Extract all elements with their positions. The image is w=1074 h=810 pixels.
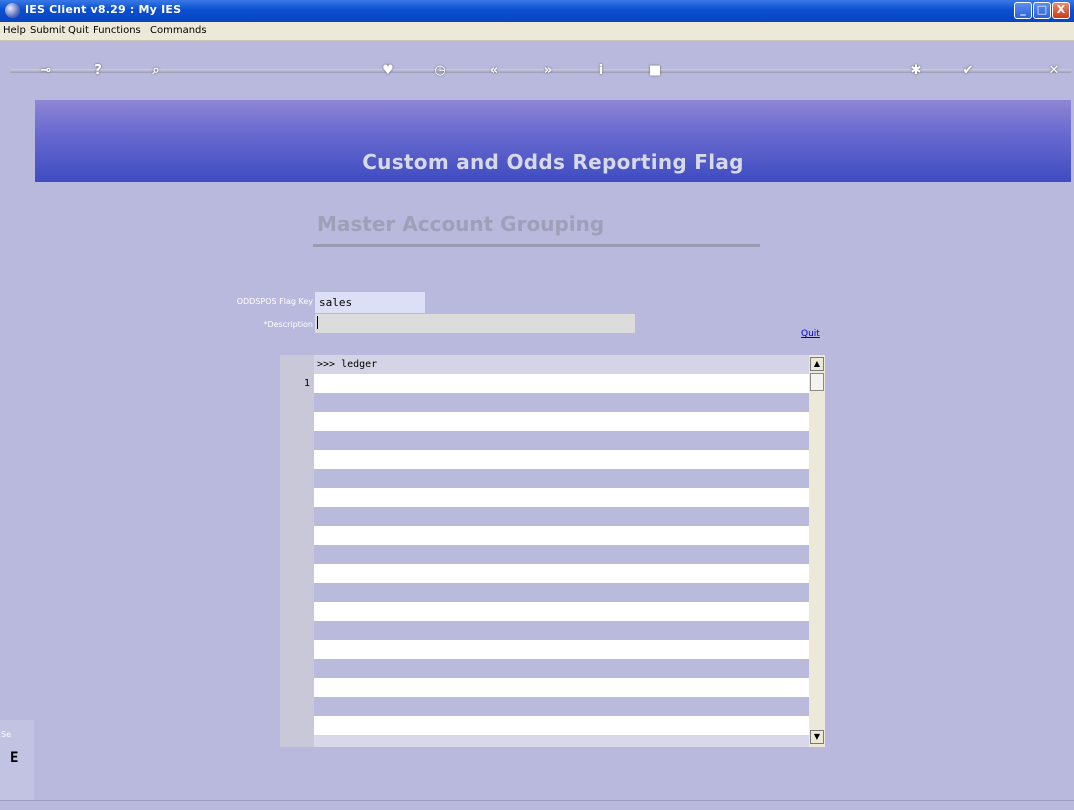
side-panel-label: Se [1,730,11,739]
maximize-button[interactable]: □ [1033,2,1051,19]
grid-row [314,697,809,716]
side-panel: Se E [0,720,34,800]
check-icon[interactable]: ✔ [960,63,976,79]
stop-icon[interactable]: ■ [647,63,663,79]
grid-row [314,621,809,640]
scroll-thumb[interactable] [810,373,824,391]
scroll-up-button[interactable]: ▲ [810,357,824,371]
grid-row [314,564,809,583]
grid-row [314,716,809,735]
grid-row [314,469,809,488]
grid-row [314,678,809,697]
subtitle-rule [313,244,760,247]
grid-row [314,412,809,431]
row-number-column [280,355,314,747]
ledger-grid: >>> ledger 1 ▲ ▼ [280,355,825,747]
menu-item-quit[interactable]: Quit [68,25,89,36]
search-icon[interactable]: ⌕ [148,63,164,79]
window-title: IES Client v8.29 : My IES [25,3,182,16]
grid-row [314,488,809,507]
menu-item-commands[interactable]: Commands [150,25,207,36]
grid-row [314,602,809,621]
grid-row [314,507,809,526]
clock-icon[interactable]: ◷ [432,63,448,79]
grid-row [314,659,809,678]
menu-item-submit[interactable]: Submit [30,25,65,36]
side-panel-glyph: E [10,750,19,766]
menu-item-help[interactable]: Help [3,25,26,36]
info-icon[interactable]: i [593,63,609,79]
close-icon[interactable]: ✕ [1046,63,1062,79]
grid-row [314,545,809,564]
grid-row [314,640,809,659]
flag-key-input[interactable]: sales [315,292,425,313]
rewind-icon[interactable]: « [486,63,502,79]
row-number: 1 [304,378,311,389]
grid-scrollbar[interactable]: ▲ ▼ [809,355,825,747]
fast-forward-icon[interactable]: » [540,63,556,79]
grid-row [314,583,809,602]
heart-icon[interactable]: ♥ [380,63,396,79]
grid-row-input[interactable] [314,374,809,393]
minimize-button[interactable]: _ [1014,2,1032,19]
grid-header: >>> ledger [314,355,809,374]
page-subtitle: Master Account Grouping [317,212,605,236]
flag-key-label: ODDSPOS Flag Key [236,297,313,306]
menu-bar: Help Submit Quit Functions Commands [0,22,1074,41]
new-icon[interactable]: ✱ [908,63,924,79]
page-banner: Custom and Odds Reporting Flag [35,100,1071,182]
description-input[interactable] [315,314,635,333]
close-window-button[interactable]: X [1052,2,1070,19]
grid-row [314,431,809,450]
app-icon [5,3,20,18]
quit-link[interactable]: Quit [801,329,820,339]
help-icon[interactable]: ? [90,63,106,79]
window-titlebar: IES Client v8.29 : My IES _ □ X [0,0,1074,22]
grid-row [314,393,809,412]
text-cursor [317,316,318,329]
grid-row [314,450,809,469]
description-label: *Description [263,320,313,329]
toolbar: ⊸ ? ⌕ ♥ ◷ « » i ■ ✱ ✔ ✕ [10,58,1072,84]
key-icon[interactable]: ⊸ [34,63,58,79]
grid-row [314,526,809,545]
scroll-down-button[interactable]: ▼ [810,730,824,744]
banner-title: Custom and Odds Reporting Flag [362,150,744,174]
menu-item-functions[interactable]: Functions [93,25,141,36]
